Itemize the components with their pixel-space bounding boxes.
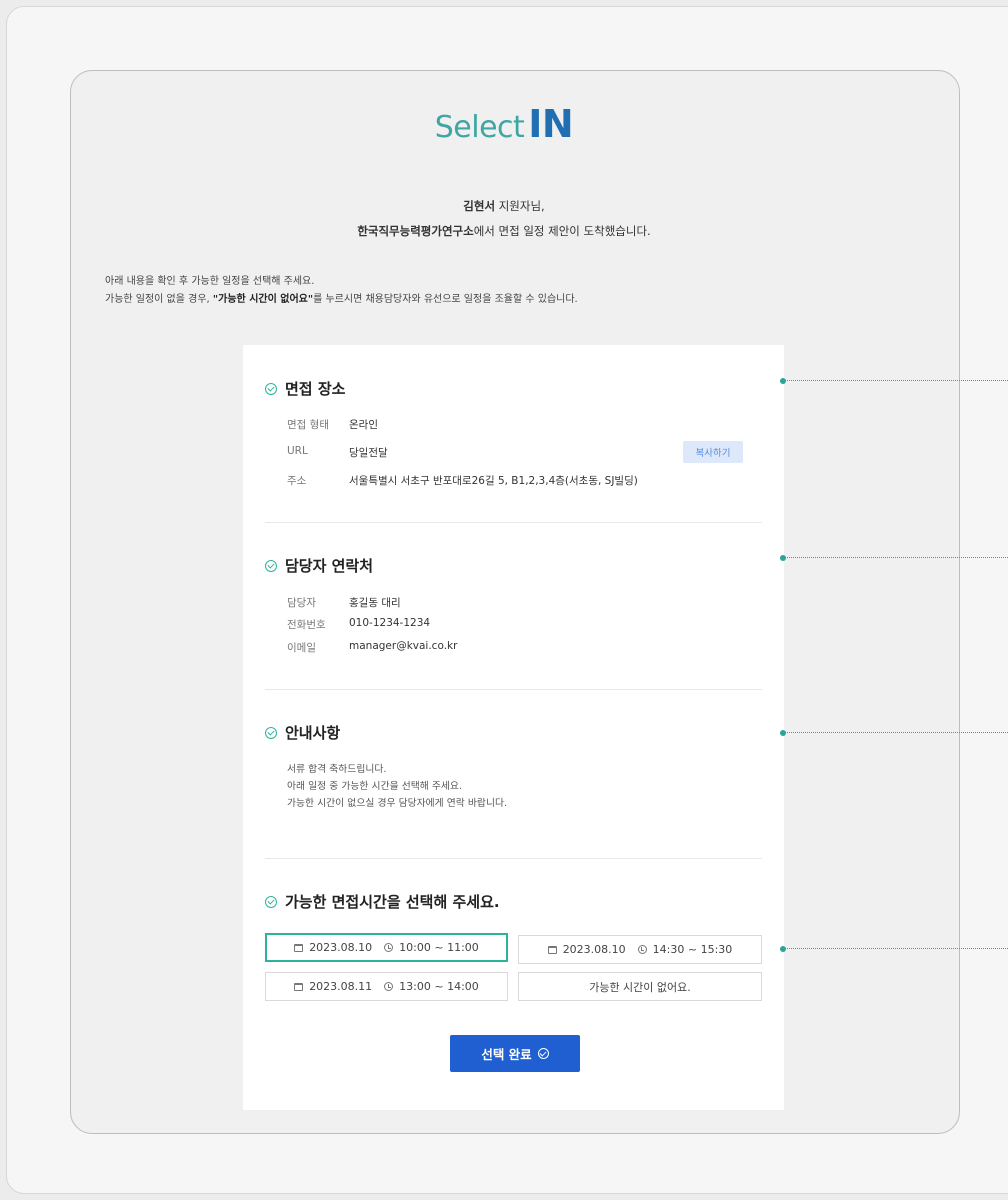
contact-section-title: 담당자 연락처 bbox=[265, 555, 373, 576]
no-available-time-label: 가능한 시간이 없어요. bbox=[589, 980, 691, 994]
check-circle-icon bbox=[265, 726, 277, 739]
time-slot-option[interactable]: 2023.08.11 13:00 ~ 14:00 bbox=[265, 972, 508, 1001]
section-divider bbox=[265, 689, 762, 690]
row-value: manager@kvai.co.kr bbox=[349, 640, 458, 652]
select-in-logo: Select IN bbox=[0, 104, 1008, 148]
notice-section-title: 안내사항 bbox=[265, 722, 340, 743]
check-circle-icon bbox=[265, 559, 277, 572]
contact-title-text: 담당자 연락처 bbox=[285, 557, 374, 575]
annotation-pointer bbox=[780, 729, 1008, 736]
slot-date: 2023.08.10 bbox=[309, 941, 373, 954]
clock-icon bbox=[384, 982, 394, 991]
row-value: 010-1234-1234 bbox=[349, 617, 431, 629]
no-available-time-button[interactable]: 가능한 시간이 없어요. bbox=[518, 972, 762, 1001]
calendar-icon bbox=[547, 945, 557, 954]
annotation-dot bbox=[780, 377, 786, 384]
applicant-name: 김현서 bbox=[463, 199, 496, 213]
copy-button[interactable]: 복사하기 bbox=[683, 441, 743, 463]
intro-line-2-post: 를 누르시면 채용담당자와 유선으로 일정을 조율할 수 있습니다. bbox=[313, 294, 578, 305]
annotation-pointer bbox=[780, 945, 1008, 952]
submit-label: 선택 완료 bbox=[481, 1047, 532, 1062]
clock-icon bbox=[637, 945, 647, 954]
row-key: 담당자 bbox=[287, 597, 316, 609]
time-slot-option[interactable]: 2023.08.10 10:00 ~ 11:00 bbox=[265, 933, 508, 962]
annotation-dot bbox=[780, 554, 786, 561]
calendar-icon bbox=[294, 982, 304, 991]
row-key: 면접 형태 bbox=[287, 419, 329, 431]
contact-row-manager: 담당자 홍길동 대리 bbox=[287, 595, 401, 610]
annotation-dot bbox=[780, 945, 786, 952]
notice-line: 서류 합격 축하드립니다. bbox=[287, 764, 387, 775]
section-divider bbox=[265, 858, 762, 859]
slot-time: 13:00 ~ 14:00 bbox=[399, 980, 479, 993]
greeting-line-2: 한국직무능력평가연구소에서 면접 일정 제안이 도착했습니다. bbox=[0, 223, 1008, 239]
row-value: 당일전달 bbox=[349, 447, 388, 459]
location-title-text: 면접 장소 bbox=[285, 380, 346, 398]
contact-row-email: 이메일 manager@kvai.co.kr bbox=[287, 640, 457, 655]
location-row-address: 주소 서울특별시 서초구 반포대로26길 5, B1,2,3,4층(서초동, S… bbox=[287, 473, 638, 488]
row-key: URL bbox=[287, 445, 308, 457]
slot-date: 2023.08.11 bbox=[309, 980, 373, 993]
annotation-dot bbox=[780, 729, 786, 736]
greeting-line-1: 김현서 지원자님, bbox=[0, 198, 1008, 214]
annotation-pointer bbox=[780, 554, 1008, 561]
check-circle-icon bbox=[265, 382, 277, 395]
slot-time: 14:30 ~ 15:30 bbox=[652, 943, 733, 956]
check-circle-icon bbox=[537, 1048, 549, 1059]
row-key: 이메일 bbox=[287, 642, 316, 654]
row-value: 온라인 bbox=[349, 419, 378, 431]
slot-date: 2023.08.10 bbox=[562, 943, 626, 956]
check-circle-icon bbox=[265, 895, 277, 908]
clock-icon bbox=[384, 943, 394, 952]
notice-line: 가능한 시간이 없으실 경우 담당자에게 연락 바랍니다. bbox=[287, 798, 508, 809]
submit-selection-button[interactable]: 선택 완료 bbox=[450, 1035, 580, 1072]
logo-text-select: Select bbox=[434, 110, 525, 145]
location-row-type: 면접 형태 온라인 bbox=[287, 417, 378, 432]
annotation-pointer bbox=[780, 377, 1008, 384]
contact-row-phone: 전화번호 010-1234-1234 bbox=[287, 617, 430, 632]
intro-line-2: 가능한 일정이 없을 경우, "가능한 시간이 없어요"를 누르시면 채용담당자… bbox=[105, 290, 578, 305]
location-row-url: URL 당일전달 bbox=[287, 445, 388, 460]
schedule-title-text: 가능한 면접시간을 선택해 주세요. bbox=[285, 893, 500, 911]
location-section-title: 면접 장소 bbox=[265, 378, 345, 399]
intro-line-1: 아래 내용을 확인 후 가능한 일정을 선택해 주세요. bbox=[105, 276, 315, 287]
slot-time: 10:00 ~ 11:00 bbox=[399, 941, 479, 954]
calendar-icon bbox=[294, 943, 304, 952]
section-divider bbox=[265, 522, 762, 523]
intro-line-2-pre: 가능한 일정이 없을 경우, bbox=[105, 294, 213, 305]
schedule-section-title: 가능한 면접시간을 선택해 주세요. bbox=[265, 891, 500, 912]
organization-name: 한국직무능력평가연구소 bbox=[357, 224, 474, 238]
row-key: 주소 bbox=[287, 475, 307, 487]
logo-text-in: IN bbox=[528, 102, 574, 146]
notice-title-text: 안내사항 bbox=[285, 724, 341, 742]
row-value: 홍길동 대리 bbox=[349, 597, 401, 609]
notice-line: 아래 일정 중 가능한 시간을 선택해 주세요. bbox=[287, 781, 463, 792]
notice-text: 서류 합격 축하드립니다. 아래 일정 중 가능한 시간을 선택해 주세요. 가… bbox=[287, 761, 507, 812]
time-slot-option[interactable]: 2023.08.10 14:30 ~ 15:30 bbox=[518, 935, 762, 964]
row-key: 전화번호 bbox=[287, 619, 326, 631]
greeting-suffix: 지원자님, bbox=[495, 199, 545, 213]
row-value: 서울특별시 서초구 반포대로26길 5, B1,2,3,4층(서초동, SJ빌딩… bbox=[349, 475, 638, 487]
schedule-card: 면접 장소 면접 형태 온라인 URL 당일전달 복사하기 주소 서울특별시 서… bbox=[243, 345, 784, 1110]
greeting-org-suffix: 에서 면접 일정 제안이 도착했습니다. bbox=[473, 224, 651, 238]
intro-line-2-bold: "가능한 시간이 없어요" bbox=[212, 294, 314, 305]
